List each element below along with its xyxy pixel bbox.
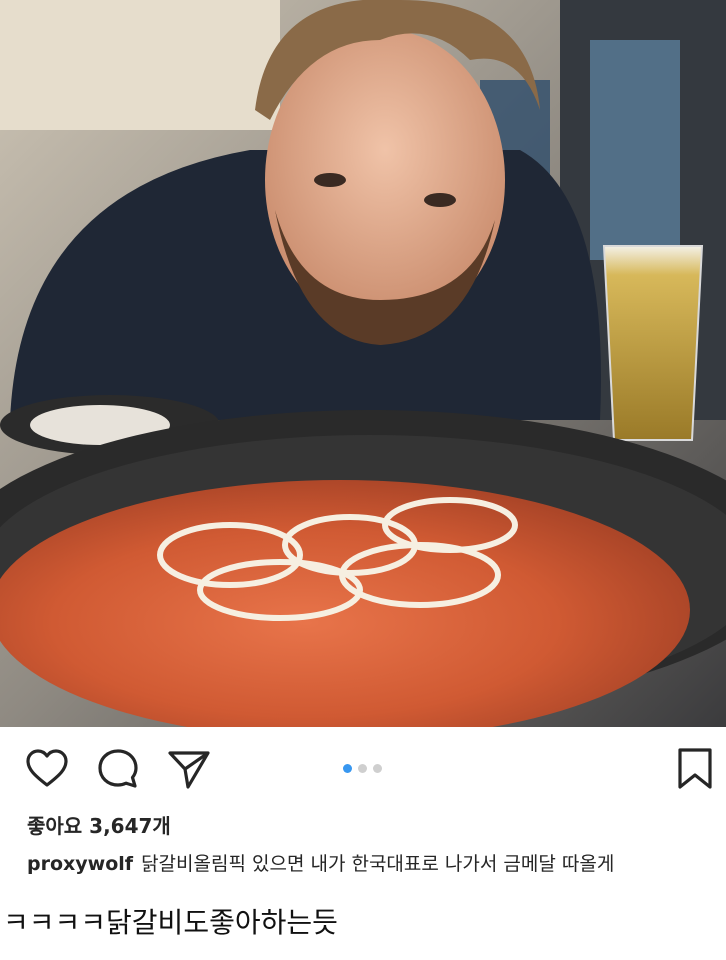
carousel-indicator	[343, 764, 382, 773]
carousel-dot[interactable]	[358, 764, 367, 773]
carousel-dot-active[interactable]	[343, 764, 352, 773]
post-caption: proxywolf 닭갈비올림픽 있으면 내가 한국대표로 나가서 금메달 따올게	[27, 849, 614, 876]
overlay-comment: ㅋㅋㅋㅋ닭갈비도좋아하는듯	[3, 906, 338, 939]
carousel-dot[interactable]	[373, 764, 382, 773]
paper-plane-icon[interactable]	[166, 746, 212, 792]
speech-bubble-icon[interactable]	[95, 746, 141, 792]
caption-username[interactable]: proxywolf	[27, 853, 133, 875]
caption-text: 닭갈비올림픽 있으면 내가 한국대표로 나가서 금메달 따올게	[141, 853, 615, 875]
heart-outline-icon[interactable]	[24, 746, 70, 792]
bookmark-icon[interactable]	[672, 746, 718, 792]
likes-count[interactable]: 좋아요 3,647개	[27, 810, 171, 839]
post-photo[interactable]	[0, 0, 726, 727]
